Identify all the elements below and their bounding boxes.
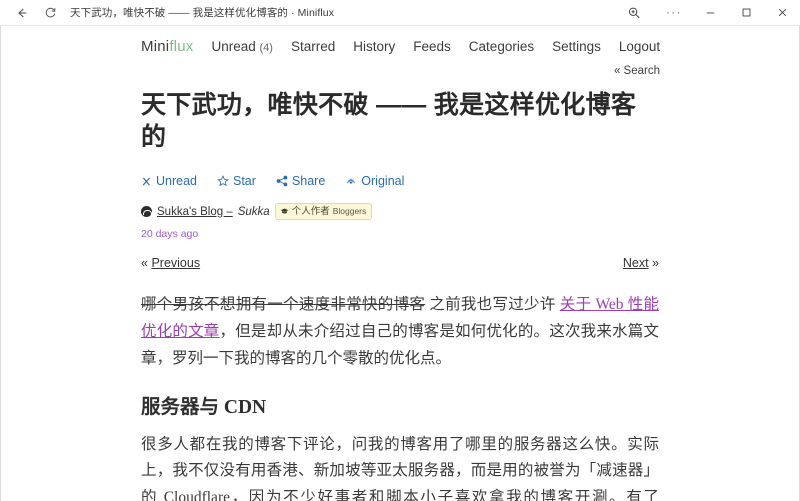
nav-item-feeds[interactable]: Feeds — [413, 39, 451, 54]
entry-timestamp: 20 days ago — [141, 228, 659, 240]
entry-pagination: « Previous Next » — [141, 256, 659, 270]
share-button[interactable]: Share — [276, 174, 325, 188]
paragraph-1-text-a: 之前我也写过少许 — [425, 296, 560, 313]
badge-label-cn: 个人作者 — [292, 205, 330, 218]
status-badge: 个人作者 Bloggers — [275, 203, 373, 220]
action-label: Original — [361, 174, 404, 188]
brand-suffix: flux — [169, 38, 193, 55]
paragraph-2: 很多人都在我的博客下评论，问我的博客用了哪里的服务器这么快。实际上，我不仅没有用… — [141, 432, 659, 501]
page-title: 天下武功，唯快不破 —— 我是这样优化博客的 — [141, 89, 659, 153]
next-chevron-icon: » — [652, 256, 659, 270]
search-zoom-icon[interactable] — [612, 0, 656, 26]
search-row: « Search — [1, 65, 799, 77]
star-outline-icon — [217, 175, 229, 187]
browser-viewport[interactable]: Miniflux Unread (4) Starred History Feed… — [0, 26, 800, 501]
unread-count: (4) — [260, 42, 273, 54]
back-arrow-icon[interactable] — [8, 1, 36, 25]
nav-item-history[interactable]: History — [353, 39, 395, 54]
mark-unread-button[interactable]: Unread — [141, 174, 197, 188]
original-link-button[interactable]: Original — [345, 174, 404, 188]
brand-logo[interactable]: Miniflux — [141, 38, 193, 55]
nav-item-starred[interactable]: Starred — [291, 39, 335, 54]
previous-entry-group[interactable]: « Previous — [141, 256, 200, 270]
action-label: Share — [292, 174, 325, 188]
share-nodes-icon — [276, 175, 288, 187]
previous-chevron-icon: « — [141, 256, 148, 270]
window-titlebar: 天下武功，唯快不破 —— 我是这样优化博客的 · Miniflux ··· — [0, 0, 800, 26]
nav-item-logout[interactable]: Logout — [619, 39, 660, 54]
window-title: 天下武功，唯快不破 —— 我是这样优化博客的 · Miniflux — [70, 5, 334, 20]
entry-author: Sukka — [238, 206, 270, 218]
next-entry-group[interactable]: Next » — [623, 256, 659, 270]
external-link-icon — [345, 175, 357, 187]
minimize-button[interactable] — [692, 0, 728, 26]
entry-meta: Sukka's Blog – Sukka 个人作者 Bloggers — [141, 203, 659, 220]
previous-entry-link[interactable]: Previous — [151, 256, 200, 270]
section-heading-server-cdn: 服务器与 CDN — [141, 394, 659, 421]
feed-favicon — [141, 206, 152, 217]
feed-title-link[interactable]: Sukka's Blog – — [157, 206, 233, 218]
entry-actions: Unread Star — [141, 174, 659, 188]
entry-content: 哪个男孩不想拥有一个速度非常快的博客 之前我也写过少许 关于 Web 性能优化的… — [141, 292, 659, 501]
nav-item-settings[interactable]: Settings — [552, 39, 601, 54]
graduation-cap-icon — [280, 208, 289, 215]
strikethrough-text: 哪个男孩不想拥有一个速度非常快的博客 — [141, 296, 425, 313]
next-entry-link[interactable]: Next — [623, 256, 649, 270]
search-link[interactable]: « Search — [614, 65, 660, 77]
main-navigation: Miniflux Unread (4) Starred History Feed… — [141, 26, 799, 55]
star-button[interactable]: Star — [217, 174, 256, 188]
badge-label-en: Bloggers — [333, 206, 367, 218]
paragraph-1: 哪个男孩不想拥有一个速度非常快的博客 之前我也写过少许 关于 Web 性能优化的… — [141, 292, 659, 372]
reload-icon[interactable] — [36, 1, 64, 25]
more-options-button[interactable]: ··· — [656, 0, 692, 26]
paragraph-1-text-b: ，但是却从未介绍过自己的博客是如何优化的。这次我来水篇文章，罗列一下我的博客的几… — [141, 323, 659, 367]
nav-item-categories[interactable]: Categories — [469, 39, 534, 54]
maximize-button[interactable] — [728, 0, 764, 26]
nav-label: Unread — [211, 39, 255, 54]
cross-icon — [141, 176, 152, 187]
browser-window: 天下武功，唯快不破 —— 我是这样优化博客的 · Miniflux ··· — [0, 0, 800, 501]
brand-prefix: Mini — [141, 38, 169, 55]
nav-item-unread[interactable]: Unread (4) — [211, 39, 273, 54]
window-controls: ··· — [612, 0, 800, 26]
action-label: Unread — [156, 174, 197, 188]
entry-article: 天下武功，唯快不破 —— 我是这样优化博客的 Unread — [141, 89, 659, 501]
action-label: Star — [233, 174, 256, 188]
close-button[interactable] — [764, 0, 800, 26]
miniflux-page: Miniflux Unread (4) Starred History Feed… — [1, 26, 799, 501]
